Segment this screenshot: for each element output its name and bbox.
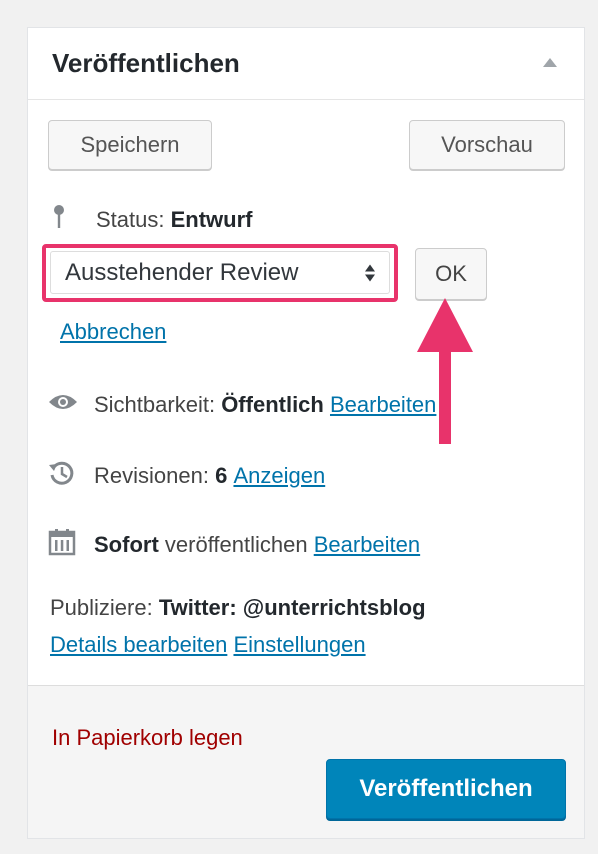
revisions-count: 6: [215, 463, 228, 488]
publicize-row: Publiziere: Twitter: @unterrichtsblog: [50, 595, 426, 621]
status-row: Status: Entwurf: [52, 204, 253, 236]
status-value: Entwurf: [170, 207, 253, 232]
revisions-label: Revisionen:: [94, 463, 209, 488]
status-select-highlight: Ausstehender Review: [42, 244, 398, 302]
publish-button[interactable]: Veröffentlichen: [326, 759, 566, 819]
ok-button[interactable]: OK: [415, 248, 487, 300]
collapse-toggle-icon[interactable]: [543, 58, 557, 67]
calendar-icon: [48, 528, 80, 562]
revisions-row: Revisionen: 6 Anzeigen: [48, 459, 325, 493]
panel-header: Veröffentlichen: [28, 28, 584, 100]
publicize-value: Twitter: @unterrichtsblog: [158, 595, 426, 620]
publicize-details-link[interactable]: Details bearbeiten: [50, 632, 227, 658]
revisions-show-link[interactable]: Anzeigen: [233, 463, 325, 489]
status-select[interactable]: Ausstehender Review: [50, 251, 390, 294]
publicize-settings-link[interactable]: Einstellungen: [233, 632, 365, 658]
pin-icon: [52, 204, 74, 236]
schedule-value: Sofort: [94, 532, 159, 557]
save-button[interactable]: Speichern: [48, 120, 212, 170]
cancel-link[interactable]: Abbrechen: [60, 319, 166, 345]
cancel-row: Abbrechen: [60, 319, 166, 345]
preview-button[interactable]: Vorschau: [409, 120, 565, 170]
visibility-row: Sichtbarkeit: Öffentlich Bearbeiten: [48, 392, 436, 418]
eye-icon: [48, 392, 80, 418]
visibility-label: Sichtbarkeit:: [94, 392, 216, 417]
status-select-value: Ausstehender Review: [65, 258, 299, 286]
schedule-edit-link[interactable]: Bearbeiten: [314, 532, 420, 558]
history-icon: [48, 459, 80, 493]
visibility-edit-link[interactable]: Bearbeiten: [330, 392, 436, 418]
trash-link[interactable]: In Papierkorb legen: [52, 725, 243, 751]
publish-footer: In Papierkorb legen Veröffentlichen: [28, 685, 584, 838]
publicize-links-row: Details bearbeiten Einstellungen: [50, 632, 366, 658]
status-label: Status:: [96, 207, 165, 232]
schedule-label: veröffentlichen: [164, 532, 308, 557]
panel-title: Veröffentlichen: [52, 48, 240, 78]
publish-panel: Veröffentlichen Speichern Vorschau Statu…: [27, 27, 585, 839]
select-arrows-icon: [365, 264, 375, 281]
visibility-value: Öffentlich: [221, 392, 324, 417]
schedule-row: Sofort veröffentlichen Bearbeiten: [48, 528, 420, 562]
publicize-label: Publiziere:: [50, 595, 153, 620]
